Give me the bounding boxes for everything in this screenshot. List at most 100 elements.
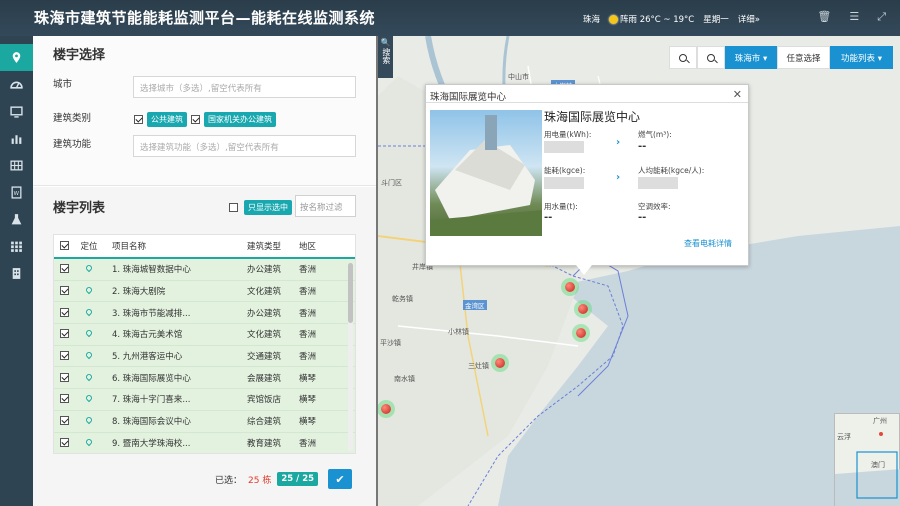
map-marker-nav-icon[interactable] (0, 44, 33, 71)
table-row[interactable]: 7. 珠海十字门喜来... 宾馆饭店 横琴 (54, 389, 355, 411)
chevron-right-icon[interactable]: › (616, 172, 620, 183)
map-view[interactable]: 🔍 搜索 中山市 大岗镇 斗门区 井岸镇 乾务镇 金湾区 小林镇 平沙镇 三灶镇… (378, 36, 900, 506)
row-checkbox[interactable] (60, 372, 69, 382)
function-list-button[interactable]: 功能列表 ▾ (830, 46, 893, 69)
table-row[interactable]: 6. 珠海国际展览中心 会展建筑 横琴 (54, 367, 355, 390)
bar-chart-nav-icon[interactable] (0, 125, 33, 152)
table-row[interactable]: 2. 珠海大剧院 文化建筑 香洲 (54, 280, 355, 303)
building-marker[interactable] (495, 358, 505, 368)
svg-text:W: W (14, 191, 20, 197)
city-input[interactable]: 选择城市（多选）,留空代表所有 (133, 76, 356, 98)
row-area: 香洲 (299, 308, 317, 319)
zoom-in-button[interactable] (669, 46, 697, 69)
category-tag-public[interactable]: 公共建筑 (147, 112, 187, 127)
elec-detail-link[interactable]: 查看电耗详情 (684, 238, 732, 249)
menu-icon[interactable]: ☰ (849, 10, 859, 24)
table-row[interactable]: 8. 珠海国际会议中心 综合建筑 横琴 (54, 410, 355, 433)
row-name: 4. 珠海古元美术馆 (112, 330, 183, 341)
elec-label: 用电量(kWh): (544, 130, 592, 139)
row-checkbox[interactable] (60, 437, 69, 447)
building-nav-icon[interactable] (0, 260, 33, 287)
row-checkbox[interactable] (60, 416, 69, 426)
row-checkbox[interactable] (60, 351, 69, 361)
function-input[interactable]: 选择建筑功能（多选）,留空代表所有 (133, 135, 356, 157)
grid-nav-icon[interactable] (0, 152, 33, 179)
building-marker[interactable] (565, 282, 575, 292)
col-type: 建筑类型 (247, 242, 282, 252)
confirm-button[interactable]: ✔ (328, 469, 353, 489)
locate-pin-icon[interactable] (84, 264, 94, 273)
mini-map[interactable]: 广州 云浮 澳门 (834, 413, 900, 506)
row-name: 7. 珠海十字门喜来... (112, 395, 191, 406)
locate-pin-icon[interactable] (84, 437, 94, 447)
row-checkbox[interactable] (60, 329, 69, 339)
name-filter-input[interactable]: 按名称过滤 (295, 195, 356, 217)
place-label: 中山市 (508, 73, 529, 81)
place-label: 南水镇 (394, 375, 415, 383)
row-name: 1. 珠海城智数据中心 (112, 265, 191, 276)
locate-pin-icon[interactable] (84, 394, 94, 403)
locate-pin-icon[interactable] (84, 372, 94, 382)
map-search-tab[interactable]: 🔍 搜索 (378, 36, 393, 78)
row-area: 香洲 (299, 265, 317, 276)
weather-detail-link[interactable]: 详细» (738, 13, 760, 25)
map-search-label: 搜索 (381, 47, 391, 64)
table-scroll-thumb[interactable] (348, 263, 353, 323)
locate-pin-icon[interactable] (84, 415, 94, 425)
table-row[interactable]: 1. 珠海城智数据中心 办公建筑 香洲 (54, 259, 355, 281)
only-selected-toggle: 只显示选中 (229, 200, 292, 215)
count-badge[interactable]: 25 / 25 (277, 472, 319, 486)
chevron-right-icon[interactable]: › (616, 137, 620, 148)
apps-nav-icon[interactable] (0, 233, 33, 260)
fullscreen-icon[interactable]: ⤢ (877, 10, 886, 24)
row-type: 办公建筑 (247, 308, 282, 319)
row-type: 综合建筑 (247, 417, 282, 428)
building-marker[interactable] (381, 404, 391, 414)
row-name: 2. 珠海大剧院 (112, 287, 166, 298)
row-checkbox[interactable] (60, 307, 69, 317)
document-nav-icon[interactable]: W (0, 179, 33, 206)
building-list-title: 楼宇列表 (53, 201, 106, 216)
zoom-out-button[interactable] (697, 46, 725, 69)
place-label: 云浮 (837, 433, 851, 441)
row-name: 6. 珠海国际展览中心 (112, 373, 191, 384)
category-tag-government[interactable]: 国家机关办公建筑 (204, 112, 276, 127)
category-checkbox-government[interactable] (191, 115, 200, 124)
locate-pin-icon[interactable] (84, 307, 94, 316)
row-checkbox[interactable] (60, 394, 69, 404)
table-row[interactable]: 9. 暨南大学珠海校... 教育建筑 香洲 (54, 432, 355, 453)
only-selected-tag[interactable]: 只显示选中 (244, 200, 292, 215)
building-marker[interactable] (578, 304, 588, 314)
popup-header: 珠海国际展览中心 (426, 85, 748, 103)
row-checkbox[interactable] (60, 264, 69, 274)
col-locate: 定位 (80, 242, 98, 252)
locate-pin-icon[interactable] (84, 285, 94, 295)
close-icon[interactable]: ✕ (733, 88, 742, 101)
monitor-nav-icon[interactable] (0, 98, 33, 125)
locate-pin-icon[interactable] (84, 329, 94, 338)
check-icon: ✔ (335, 472, 345, 486)
zoom-out-icon (707, 53, 715, 62)
row-checkbox[interactable] (60, 286, 69, 296)
building-marker[interactable] (576, 328, 586, 338)
city-dropdown-button[interactable]: 珠海市 ▾ (725, 46, 777, 69)
flask-nav-icon[interactable] (0, 206, 33, 233)
trash-icon[interactable]: 🗑 (817, 10, 831, 24)
table-row[interactable]: 3. 珠海市节能减排... 办公建筑 香洲 (54, 302, 355, 325)
locate-pin-icon[interactable] (84, 350, 94, 360)
table-row[interactable]: 4. 珠海古元美术馆 文化建筑 香洲 (54, 324, 355, 346)
select-all-checkbox[interactable] (60, 241, 69, 250)
zoom-in-icon (679, 53, 687, 62)
popup-building-name: 珠海国际展览中心 (544, 110, 641, 124)
table-header: 定位 项目名称 建筑类型 地区 (54, 235, 355, 259)
row-area: 香洲 (299, 287, 317, 298)
row-name: 3. 珠海市节能减排... (112, 308, 191, 319)
table-scrollbar[interactable] (348, 263, 353, 451)
category-checkbox-public[interactable] (134, 115, 143, 124)
col-area: 地区 (299, 242, 317, 252)
only-selected-checkbox[interactable] (229, 203, 238, 212)
table-row[interactable]: 5. 九州港客运中心 交通建筑 香洲 (54, 345, 355, 368)
place-label: 小林镇 (448, 328, 469, 336)
dashboard-nav-icon[interactable] (0, 71, 33, 98)
free-select-button[interactable]: 任意选择 (777, 46, 830, 69)
